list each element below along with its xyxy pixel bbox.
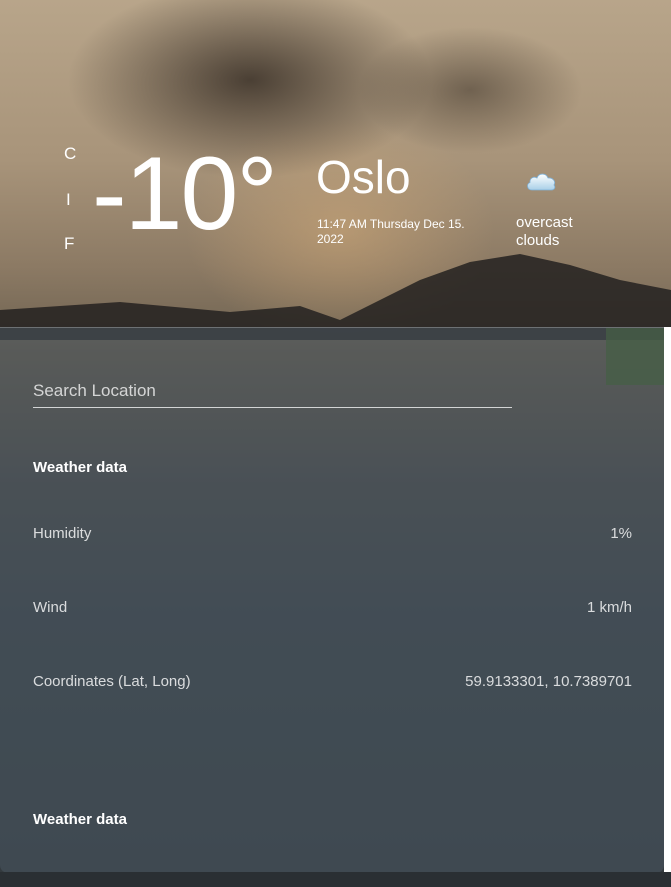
- coordinates-value: 59.9133301, 10.7389701: [465, 673, 632, 690]
- panel-edge: [664, 327, 671, 872]
- fahrenheit-button[interactable]: F: [64, 235, 74, 252]
- section-title-weather-data-2: Weather data: [33, 811, 127, 828]
- bottom-strip: [0, 872, 671, 887]
- wind-value: 1 km/h: [586, 599, 632, 616]
- mountain-silhouette: [0, 254, 671, 340]
- humidity-label: Humidity: [33, 525, 92, 542]
- coordinates-label: Coordinates (Lat, Long): [33, 673, 191, 690]
- city-name: Oslo: [316, 151, 411, 203]
- unit-separator: I: [66, 190, 71, 209]
- weather-condition: overcast clouds: [516, 214, 573, 249]
- search-input[interactable]: [33, 375, 512, 408]
- celsius-button[interactable]: C: [64, 145, 76, 162]
- cloud-icon: [527, 173, 556, 191]
- date-time: 11:47 AM Thursday Dec 15. 2022: [317, 217, 465, 246]
- section-title-weather-data: Weather data: [33, 459, 127, 476]
- humidity-value: 1%: [610, 525, 632, 542]
- current-temperature: -10°: [92, 136, 278, 252]
- wind-label: Wind: [33, 599, 68, 616]
- details-panel: [0, 327, 664, 873]
- background-patch: [606, 328, 664, 385]
